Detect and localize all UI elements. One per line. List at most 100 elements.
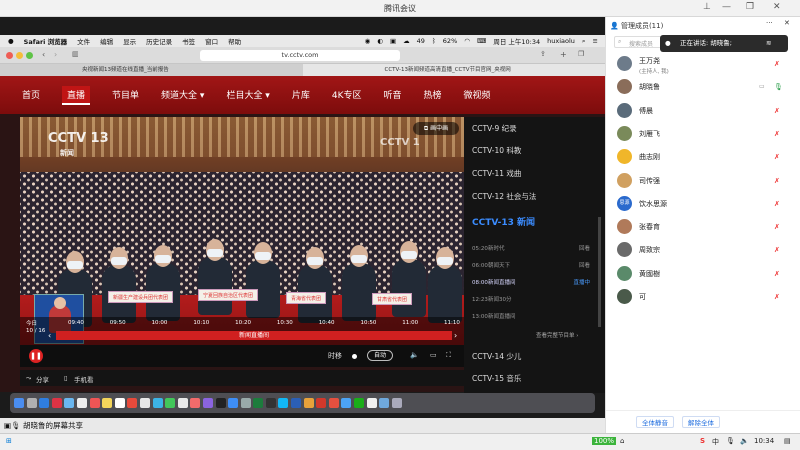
wechat-dock-icon[interactable]	[354, 398, 365, 408]
volume-icon[interactable]: 🔈	[410, 351, 419, 359]
program-status[interactable]: 回看	[579, 261, 590, 269]
program-row[interactable]: 06:00朝闻天下 回看	[472, 261, 590, 269]
powerpoint-icon[interactable]	[316, 398, 327, 408]
channel-cctv10[interactable]: CCTV-10 科教	[472, 145, 521, 156]
channel-cctv14[interactable]: CCTV-14 少儿	[472, 351, 521, 362]
windows-start-icon[interactable]: ⊞	[6, 437, 12, 445]
mac-user[interactable]: huxiaolu	[547, 37, 575, 45]
mic-muted-icon[interactable]: ✗	[774, 200, 780, 208]
trash-icon[interactable]	[391, 398, 402, 408]
cloud-icon[interactable]: ☁	[403, 37, 410, 45]
member-row[interactable]: 刘雁飞 ✗	[606, 124, 800, 144]
channel-cctv11[interactable]: CCTV-11 戏曲	[472, 168, 521, 179]
tab-cctv13[interactable]: CCTV-13新闻频道高清直播_CCTV节目官网_央视网	[302, 64, 605, 76]
panel-close-icon[interactable]: ✕	[784, 19, 790, 27]
mic-muted-icon[interactable]: ✗	[774, 223, 780, 231]
schedule-scrollbar[interactable]	[598, 217, 601, 327]
menu-file[interactable]: 文件	[77, 36, 90, 46]
messages-icon[interactable]	[165, 398, 176, 408]
camera-icon[interactable]: ▭	[759, 83, 765, 90]
safari-icon[interactable]	[39, 398, 50, 408]
new-tab-icon[interactable]: +	[560, 50, 567, 59]
member-row[interactable]: 可 ✗	[606, 287, 800, 307]
qq-icon[interactable]: ◉	[365, 37, 371, 45]
share-icon[interactable]: ⤳	[26, 374, 31, 383]
share-button[interactable]: 分享	[36, 374, 49, 384]
member-row[interactable]: 王万尧 (主持人, 我) ✗	[606, 54, 800, 75]
member-row[interactable]: 思源 饮水思源 ✗	[606, 194, 800, 214]
nav-micro-video[interactable]: 微视频	[464, 88, 491, 105]
excel-icon[interactable]	[253, 398, 264, 408]
restore-icon[interactable]: ❐	[746, 2, 754, 12]
mic-muted-icon[interactable]: ✗	[774, 246, 780, 254]
spotlight-icon[interactable]: ⌕	[582, 37, 586, 46]
full-schedule-link[interactable]: 查看完整节目单 ›	[536, 331, 578, 339]
mail-icon[interactable]	[64, 398, 75, 408]
play-pause-icon[interactable]: ❚❚	[29, 349, 43, 363]
program-row-live[interactable]: 08:00新闻直播间 直播中	[472, 278, 590, 286]
taskbar-clock[interactable]: 10:34	[754, 437, 774, 445]
app-icon[interactable]	[51, 398, 62, 408]
network-icon[interactable]: ⌂	[620, 437, 624, 445]
share-icon[interactable]: ⇪	[540, 50, 546, 58]
timeline-prev-icon[interactable]: ‹	[48, 331, 51, 340]
mic-muted-icon[interactable]: ✗	[774, 130, 780, 138]
nav-audio[interactable]: 听音	[383, 88, 401, 105]
input-icon[interactable]: ⌨	[477, 37, 486, 45]
program-status[interactable]: 回看	[579, 244, 590, 252]
minimize-icon[interactable]: —	[722, 2, 731, 12]
menu-window[interactable]: 窗口	[205, 36, 218, 46]
ime-mode[interactable]: 中	[712, 437, 719, 447]
timeline-current-program[interactable]: 新闻直播间	[56, 331, 452, 340]
menu-safari[interactable]: Safari 浏览器	[24, 36, 67, 46]
picture-in-picture-button[interactable]: ⧉ 画中画	[413, 122, 459, 135]
mic-muted-icon[interactable]: ✗	[774, 270, 780, 278]
wps-icon[interactable]	[303, 398, 314, 408]
menu-edit[interactable]: 编辑	[100, 36, 113, 46]
music-icon[interactable]	[190, 398, 201, 408]
maps-icon[interactable]	[127, 398, 138, 408]
url-bar[interactable]: tv.cctv.com	[200, 50, 400, 61]
timeline-next-icon[interactable]: ›	[454, 331, 457, 340]
tv-icon[interactable]	[215, 398, 226, 408]
close-icon[interactable]: ✕	[773, 2, 781, 12]
timeline[interactable]: 今日 10 / 16 09:40 09:50 10:00 10:10 10:20 …	[20, 317, 464, 345]
unmute-all-button[interactable]: 解除全体	[682, 416, 720, 428]
menu-view[interactable]: 显示	[123, 36, 136, 46]
word-icon[interactable]	[291, 398, 302, 408]
member-row[interactable]: 曲志刚 ✗	[606, 147, 800, 167]
photos-app-icon[interactable]	[139, 398, 150, 408]
mute-all-button[interactable]: 全体静音	[636, 416, 674, 428]
nav-columns[interactable]: 栏目大全 ▾	[226, 88, 269, 105]
facetime-icon[interactable]	[152, 398, 163, 408]
pdf-icon[interactable]	[328, 398, 339, 408]
timeshift-label[interactable]: 时移	[328, 351, 342, 361]
nav-4k[interactable]: 4K专区	[332, 88, 362, 105]
pin-icon[interactable]: ⊥	[703, 2, 711, 12]
mic-muted-icon[interactable]: ✗	[774, 293, 780, 301]
preview-icon[interactable]	[366, 398, 377, 408]
calendar-icon[interactable]	[89, 398, 100, 408]
nav-hot[interactable]: 热榜	[424, 88, 442, 105]
contacts-icon[interactable]	[177, 398, 188, 408]
wechat-icon[interactable]: ◐	[377, 37, 383, 45]
quality-auto-button[interactable]: 自动	[367, 350, 393, 361]
photos-icon[interactable]	[76, 398, 87, 408]
channel-cctv15[interactable]: CCTV-15 音乐	[472, 373, 521, 384]
nav-library[interactable]: 片库	[292, 88, 310, 105]
channel-cctv12[interactable]: CCTV-12 社会与法	[472, 191, 536, 202]
fullscreen-icon[interactable]: ⛶	[446, 351, 451, 360]
nav-schedule[interactable]: 节目单	[112, 88, 139, 105]
battery-tray[interactable]: 100%	[592, 437, 617, 445]
member-row[interactable]: 周致宗 ✗	[606, 240, 800, 260]
member-row[interactable]: 司传强 ✗	[606, 171, 800, 191]
program-row[interactable]: 13:00新闻直播间	[472, 312, 590, 320]
mic-muted-icon[interactable]: ✗	[774, 153, 780, 161]
qq-dock-icon[interactable]	[278, 398, 289, 408]
window-minimize-button[interactable]	[16, 52, 23, 59]
launchpad-icon[interactable]	[26, 398, 37, 408]
back-icon[interactable]: ‹	[42, 50, 45, 59]
menu-history[interactable]: 历史记录	[146, 36, 172, 46]
mic-tray-icon[interactable]: 🎙	[726, 437, 735, 445]
nav-home[interactable]: 首页	[22, 88, 40, 105]
